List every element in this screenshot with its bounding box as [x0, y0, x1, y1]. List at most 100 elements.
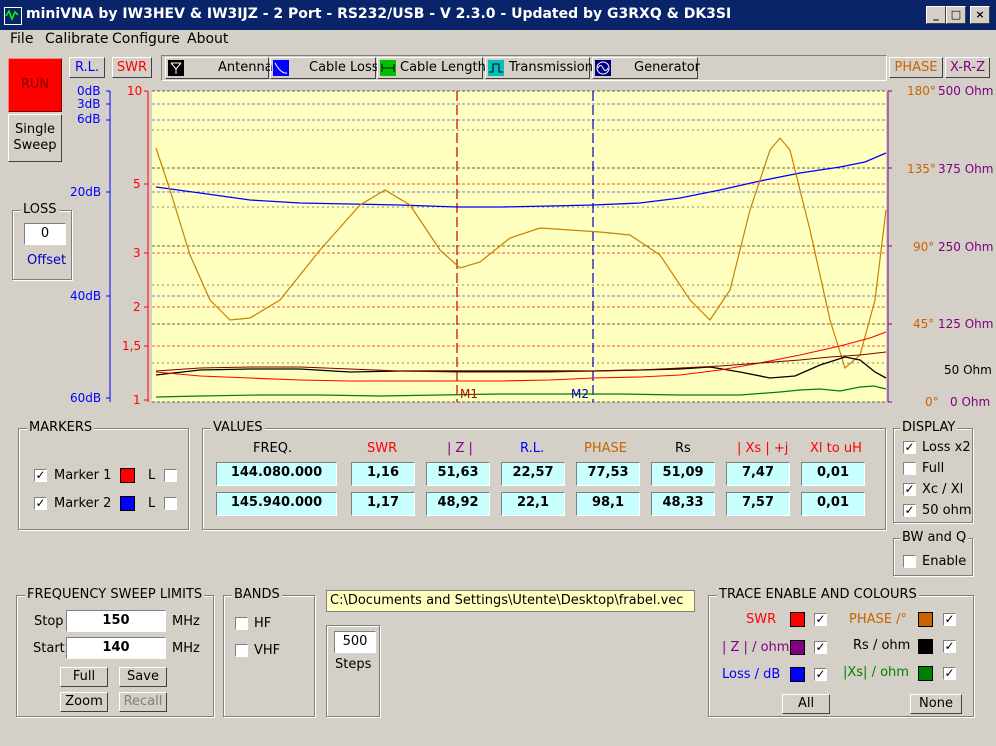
ohm-tick-250: 250 Ohm — [938, 240, 994, 254]
header-xs: | Xs | +j — [737, 441, 789, 456]
rl-tick-20: 20dB — [70, 185, 102, 199]
menu-file[interactable]: File — [10, 31, 33, 47]
markers-title: MARKERS — [27, 420, 95, 435]
trace-rs-checkbox[interactable]: ✓ — [943, 640, 956, 653]
m2-swr: 1,17 — [351, 492, 415, 516]
title-bar: miniVNA by IW3HEV & IW3IJZ - 2 Port - RS… — [0, 0, 996, 30]
trace-rs-label: Rs / ohm — [853, 638, 911, 653]
full-button[interactable]: Full — [60, 667, 108, 687]
values-title: VALUES — [211, 420, 265, 435]
trace-xs-checkbox[interactable]: ✓ — [943, 667, 956, 680]
tab-antenna[interactable]: Antenna — [165, 57, 273, 79]
swr-tick-2: 2 — [133, 300, 141, 314]
menu-about[interactable]: About — [187, 31, 228, 47]
display-loss-x2-checkbox[interactable]: ✓ — [903, 441, 916, 454]
steps-label: Steps — [335, 657, 372, 672]
trace-swr-color[interactable] — [790, 612, 805, 627]
trace-swr-label: SWR — [746, 612, 777, 627]
rl-tick-60: 60dB — [70, 391, 102, 405]
tab-transmission[interactable]: Transmission — [485, 57, 593, 79]
tab-generator[interactable]: Generator — [592, 57, 700, 79]
recall-button[interactable]: Recall — [119, 692, 167, 712]
save-button[interactable]: Save — [119, 667, 167, 687]
marker1-checkbox[interactable]: ✓ — [34, 469, 47, 482]
bwq-enable-checkbox[interactable] — [903, 555, 916, 568]
swr-mode-button[interactable]: SWR — [112, 57, 152, 78]
swr-tick-3: 3 — [133, 246, 141, 260]
marker2-checkbox[interactable]: ✓ — [34, 497, 47, 510]
header-rl: R.L. — [520, 441, 545, 456]
trace-phase-label: PHASE /° — [849, 612, 907, 627]
display-xc-xl-checkbox[interactable]: ✓ — [903, 483, 916, 496]
maximize-button[interactable]: □ — [946, 6, 966, 24]
display-full-checkbox[interactable] — [903, 462, 916, 475]
display-50ohm-checkbox[interactable]: ✓ — [903, 504, 916, 517]
steps-input[interactable]: 500 — [334, 631, 376, 653]
tab-cable-length[interactable]: Cable Length — [377, 57, 486, 79]
tab-cable-loss[interactable]: Cable Loss — [270, 57, 379, 79]
sweep-title: FREQUENCY SWEEP LIMITS — [25, 587, 205, 602]
ohm-tick-50: 50 Ohm — [944, 363, 992, 377]
m1-swr: 1,16 — [351, 462, 415, 486]
trace-z-label: | Z | / ohm — [722, 640, 790, 655]
rl-mode-button[interactable]: R.L. — [69, 57, 105, 78]
m2-phase: 98,1 — [576, 492, 640, 516]
marker1-label: Marker 1 — [54, 468, 112, 483]
stop-frequency-input[interactable]: 150 — [66, 610, 166, 632]
ohm-tick-375: 375 Ohm — [938, 162, 994, 176]
trace-none-button[interactable]: None — [910, 694, 962, 714]
trace-phase-checkbox[interactable]: ✓ — [943, 613, 956, 626]
swr-tick-5: 5 — [133, 177, 141, 191]
rl-tick-40: 40dB — [70, 289, 102, 303]
header-rs: Rs — [675, 441, 691, 456]
plot-marker-m1: M1 — [460, 387, 478, 401]
m2-freq: 145.940.000 — [216, 492, 337, 516]
cable-loss-icon — [273, 60, 289, 76]
marker2-color-swatch[interactable] — [120, 496, 135, 511]
zoom-button[interactable]: Zoom — [60, 692, 108, 712]
trace-swr-checkbox[interactable]: ✓ — [814, 613, 827, 626]
marker1-color-swatch[interactable] — [120, 468, 135, 483]
ohm-tick-0: 0 Ohm — [950, 395, 991, 409]
xrz-mode-button[interactable]: X-R-Z — [945, 57, 990, 78]
stop-label: Stop — [34, 614, 64, 629]
rl-tick-6: 6dB — [77, 112, 101, 126]
phase-tick-90: 90° — [913, 240, 935, 254]
start-unit: MHz — [172, 641, 200, 656]
trace-xs-label: |Xs| / ohm — [843, 665, 909, 680]
menu-configure[interactable]: Configure — [112, 31, 180, 47]
tab-antenna-label: Antenna — [218, 60, 273, 75]
trace-z-checkbox[interactable]: ✓ — [814, 641, 827, 654]
ohm-tick-125: 125 Ohm — [938, 317, 994, 331]
marker1-l-checkbox[interactable] — [164, 469, 177, 482]
file-path-field[interactable]: C:\Documents and Settings\Utente\Desktop… — [326, 590, 695, 612]
bwq-enable-label: Enable — [922, 554, 967, 569]
trace-loss-checkbox[interactable]: ✓ — [814, 668, 827, 681]
band-hf-checkbox[interactable] — [235, 617, 248, 630]
m1-phase: 77,53 — [576, 462, 640, 486]
band-vhf-checkbox[interactable] — [235, 644, 248, 657]
band-hf-label: HF — [254, 616, 272, 631]
close-button[interactable]: × — [970, 6, 990, 24]
start-label: Start — [33, 641, 65, 656]
trace-phase-color[interactable] — [918, 612, 933, 627]
start-frequency-input[interactable]: 140 — [66, 637, 166, 659]
minimize-button[interactable]: _ — [926, 6, 946, 24]
transmission-icon — [488, 60, 504, 76]
marker2-l-checkbox[interactable] — [164, 497, 177, 510]
display-50ohm-label: 50 ohm — [922, 503, 972, 518]
menu-calibrate[interactable]: Calibrate — [45, 31, 108, 47]
header-swr: SWR — [367, 441, 398, 456]
ohm-tick-500: 500 Ohm — [938, 84, 994, 98]
display-full-label: Full — [922, 461, 945, 476]
trace-loss-color[interactable] — [790, 667, 805, 682]
trace-all-button[interactable]: All — [782, 694, 830, 714]
trace-rs-color[interactable] — [918, 639, 933, 654]
trace-z-color[interactable] — [790, 640, 805, 655]
display-xc-xl-label: Xc / Xl — [922, 482, 964, 497]
tab-cable-length-label: Cable Length — [400, 60, 486, 75]
phase-tick-45: 45° — [913, 317, 935, 331]
phase-mode-button[interactable]: PHASE — [889, 57, 943, 78]
trace-xs-color[interactable] — [918, 666, 933, 681]
stop-unit: MHz — [172, 614, 200, 629]
